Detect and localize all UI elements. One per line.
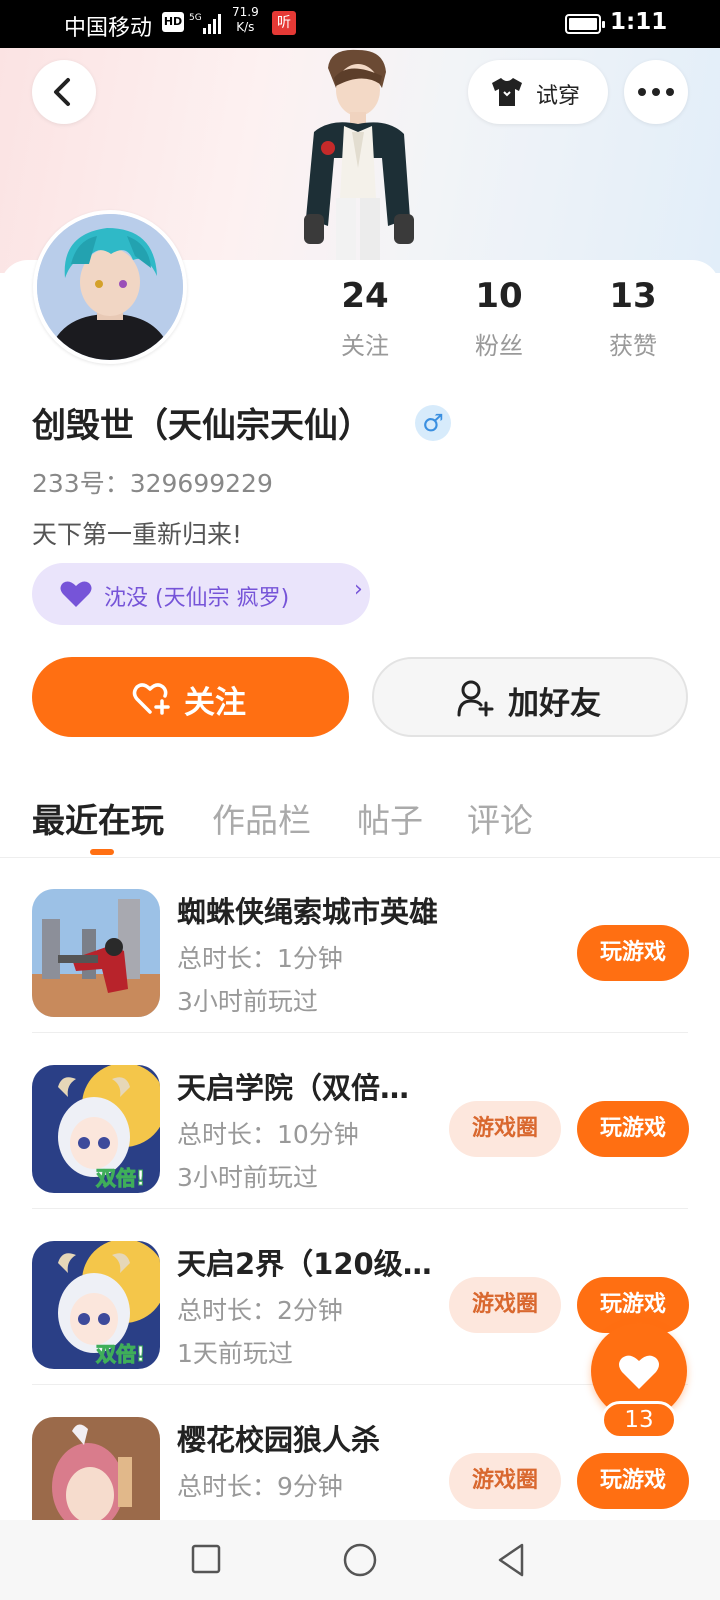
stat-following[interactable]: 24 关注 (305, 276, 425, 361)
tab-recently-played[interactable]: 最近在玩 (32, 794, 164, 842)
game-last-played: 1天前玩过 (177, 1339, 293, 1368)
play-game-button[interactable]: 玩游戏 (577, 1101, 689, 1157)
game-last-played: 3小时前玩过 (177, 1163, 318, 1192)
cp-tag-label: 沈没 (天仙宗 疯罗) (104, 586, 290, 611)
clock: 1:11 (610, 9, 668, 35)
try-on-label: 试穿 (536, 84, 581, 109)
signal-icon: 5G (189, 13, 221, 34)
game-title: 蜘蛛侠绳索城市英雄 (177, 895, 439, 929)
recent-apps-icon[interactable] (190, 1542, 222, 1576)
listen-app-icon: 听 (272, 11, 296, 35)
anime-girl-game-icon: 双倍! (32, 1065, 160, 1193)
stat-followers[interactable]: 10 粉丝 (439, 276, 559, 361)
stat-likes-label: 获赞 (609, 332, 657, 360)
game-duration: 总时长：10分钟 (177, 1120, 359, 1149)
heart-icon (60, 581, 92, 607)
svg-text:5G: 5G (189, 13, 202, 23)
game-last-played: 3小时前玩过 (177, 987, 318, 1016)
active-tab-indicator (90, 849, 114, 855)
tshirt-icon (492, 78, 522, 106)
status-bar: 中国移动 HD 5G 71.9 K/s 听 1:11 (0, 0, 720, 48)
stat-likes[interactable]: 13 获赞 (573, 276, 693, 361)
more-dots-icon (638, 88, 674, 96)
speed-value: 71.9 (232, 5, 259, 19)
home-icon[interactable] (342, 1542, 378, 1578)
back-triangle-icon[interactable] (494, 1542, 528, 1578)
game-duration: 总时长：9分钟 (177, 1472, 343, 1501)
like-count-badge: 13 (601, 1401, 677, 1439)
play-game-button[interactable]: 玩游戏 (577, 925, 689, 981)
game-icon-badge: 双倍! (96, 1342, 145, 1366)
game-icon: 双倍! (32, 1065, 160, 1193)
user-avatar[interactable] (33, 210, 187, 364)
stat-followers-value: 10 (475, 276, 523, 316)
network-speed: 71.9 K/s (232, 5, 259, 35)
cp-relationship-tag[interactable]: 沈没 (天仙宗 疯罗) › (32, 563, 370, 625)
follow-button[interactable]: 关注 (32, 657, 349, 737)
stat-following-label: 关注 (341, 332, 389, 360)
speed-unit: K/s (236, 20, 255, 34)
back-button[interactable] (32, 60, 96, 124)
game-circle-button[interactable]: 游戏圈 (449, 1453, 561, 1509)
game-icon (32, 889, 160, 1017)
game-circle-button[interactable]: 游戏圈 (449, 1101, 561, 1157)
user-bio: 天下第一重新归来! (32, 520, 243, 549)
stat-following-value: 24 (341, 276, 389, 316)
avatar-portrait (37, 214, 183, 360)
add-user-icon (457, 680, 494, 717)
game-list-item[interactable]: 双倍! 天启学院（双倍… 总时长：10分钟 3小时前玩过 游戏圈 玩游戏 (0, 1033, 720, 1209)
heart-icon (619, 1355, 659, 1389)
follow-label: 关注 (184, 685, 246, 721)
spider-hero-game-icon (32, 889, 160, 1017)
chevron-right-icon: › (354, 577, 363, 602)
game-title: 天启学院（双倍… (177, 1071, 410, 1105)
try-on-button[interactable]: 试穿 (468, 60, 608, 124)
male-gender-icon: ♂ (415, 405, 451, 441)
tab-posts[interactable]: 帖子 (357, 794, 423, 842)
add-friend-button[interactable]: 加好友 (372, 657, 688, 737)
game-circle-button[interactable]: 游戏圈 (449, 1277, 561, 1333)
game-duration: 总时长：2分钟 (177, 1296, 343, 1325)
game-list-item[interactable]: 蜘蛛侠绳索城市英雄 总时长：1分钟 3小时前玩过 玩游戏 (0, 857, 720, 1033)
user-name: 创毁世（天仙宗天仙） (32, 406, 372, 446)
user-id: 233号：329699229 (32, 469, 273, 498)
carrier-name: 中国移动 (64, 16, 153, 41)
tab-works[interactable]: 作品栏 (212, 794, 311, 842)
system-navigation-bar (0, 1520, 720, 1600)
heart-plus-icon (132, 683, 170, 715)
game-icon-badge: 双倍! (96, 1166, 145, 1190)
play-game-button[interactable]: 玩游戏 (577, 1453, 689, 1509)
hd-icon: HD (162, 12, 184, 32)
tab-comments[interactable]: 评论 (467, 794, 533, 842)
stat-likes-value: 13 (609, 276, 657, 316)
stat-followers-label: 粉丝 (475, 332, 523, 360)
avatar-character-figure (304, 49, 414, 273)
battery-icon (565, 14, 605, 34)
add-friend-label: 加好友 (508, 686, 601, 722)
game-icon: 双倍! (32, 1241, 160, 1369)
more-button[interactable] (624, 60, 688, 124)
game-title: 天启2界（120级… (177, 1247, 432, 1281)
chevron-left-icon (54, 78, 70, 106)
anime-girl-game-icon: 双倍! (32, 1241, 160, 1369)
game-duration: 总时长：1分钟 (177, 944, 343, 973)
